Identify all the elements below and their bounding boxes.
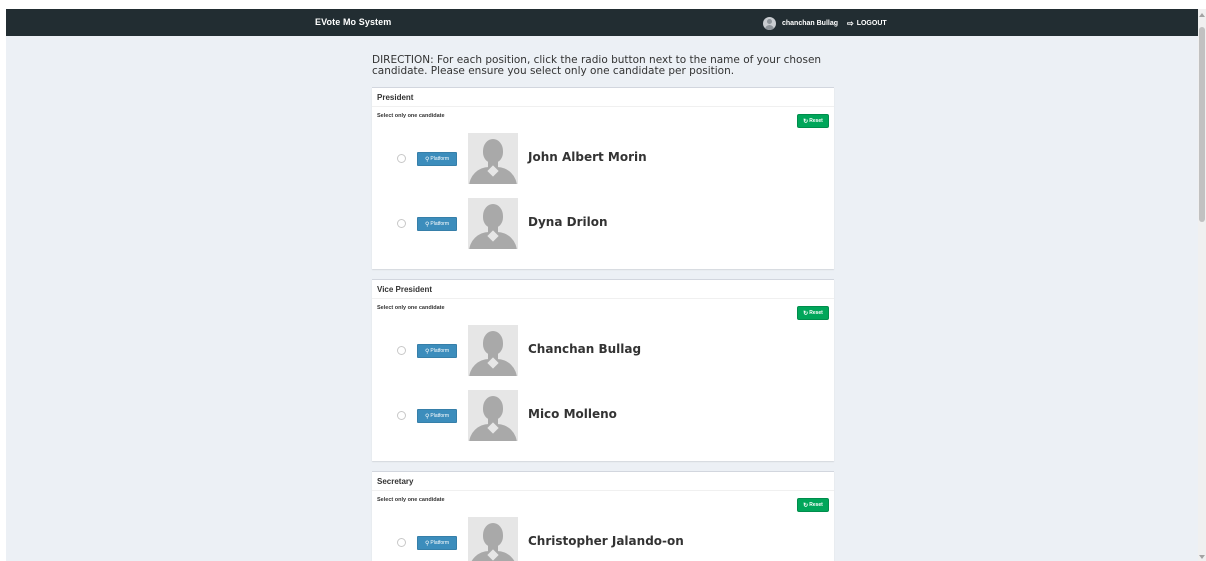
refresh-icon: ↻: [803, 502, 809, 509]
candidate-name: Dyna Drilon: [528, 215, 608, 229]
platform-label: Platform: [430, 221, 450, 227]
default-avatar-icon: [468, 325, 518, 376]
platform-label: Platform: [430, 348, 450, 354]
candidate-name: Chanchan Bullag: [528, 342, 642, 356]
search-icon: ⚲: [424, 413, 430, 420]
scroll-up-arrow-icon[interactable]: [1199, 13, 1205, 17]
platform-button[interactable]: ⚲ Platform: [417, 344, 457, 358]
reset-button[interactable]: ↻ Reset: [797, 306, 829, 320]
platform-button[interactable]: ⚲ Platform: [417, 536, 457, 550]
vertical-scrollbar[interactable]: [1198, 9, 1206, 561]
logout-label: LOGOUT: [856, 19, 887, 27]
reset-label: Reset: [809, 502, 823, 508]
search-icon: ⚲: [424, 156, 430, 163]
position-panel-president: President Select only one candidate ↻ Re…: [372, 87, 834, 269]
selection-hint: Select only one candidate: [377, 113, 445, 119]
candidate-row: ⚲ Platform Chanchan Bullag: [372, 325, 832, 377]
candidate-row: ⚲ Platform Christopher Jalando-on: [372, 517, 832, 561]
position-title: Secretary: [372, 472, 834, 491]
candidate-name: John Albert Morin: [528, 150, 647, 164]
position-title: President: [372, 88, 834, 107]
reset-label: Reset: [809, 310, 823, 316]
candidate-radio[interactable]: [397, 346, 406, 355]
user-name: chanchan Bullag: [782, 19, 839, 27]
candidate-radio[interactable]: [397, 219, 406, 228]
candidate-radio[interactable]: [397, 411, 406, 420]
scroll-down-arrow-icon[interactable]: [1199, 555, 1205, 559]
candidate-name: Christopher Jalando-on: [528, 534, 684, 548]
candidate-row: ⚲ Platform John Albert Morin: [372, 133, 832, 185]
refresh-icon: ↻: [803, 310, 809, 317]
candidate-row: ⚲ Platform Dyna Drilon: [372, 198, 832, 250]
search-icon: ⚲: [424, 221, 430, 228]
candidate-row: ⚲ Platform Mico Molleno: [372, 390, 832, 442]
brand-title[interactable]: EVote Mo System: [315, 17, 391, 27]
scrollbar-thumb[interactable]: [1199, 27, 1205, 222]
default-avatar-icon: [468, 198, 518, 249]
page-viewport: EVote Mo System chanchan Bullag ⇨ LOGOUT…: [6, 9, 1198, 561]
reset-button[interactable]: ↻ Reset: [797, 498, 829, 512]
user-menu[interactable]: chanchan Bullag: [763, 14, 838, 32]
platform-button[interactable]: ⚲ Platform: [417, 217, 457, 231]
platform-button[interactable]: ⚲ Platform: [417, 409, 457, 423]
platform-label: Platform: [430, 540, 450, 546]
position-title: Vice President: [372, 280, 834, 299]
platform-button[interactable]: ⚲ Platform: [417, 152, 457, 166]
search-icon: ⚲: [424, 348, 430, 355]
reset-button[interactable]: ↻ Reset: [797, 114, 829, 128]
user-avatar-icon: [763, 16, 776, 30]
candidate-radio[interactable]: [397, 538, 406, 547]
sign-out-icon: ⇨: [847, 18, 854, 28]
top-navbar: EVote Mo System chanchan Bullag ⇨ LOGOUT: [6, 9, 1198, 36]
default-avatar-icon: [468, 390, 518, 441]
direction-text: DIRECTION: For each position, click the …: [372, 54, 822, 77]
selection-hint: Select only one candidate: [377, 305, 445, 311]
candidate-name: Mico Molleno: [528, 407, 617, 421]
refresh-icon: ↻: [803, 118, 809, 125]
platform-label: Platform: [430, 413, 450, 419]
default-avatar-icon: [468, 133, 518, 184]
position-panel-vice-president: Vice President Select only one candidate…: [372, 279, 834, 461]
logout-link[interactable]: ⇨ LOGOUT: [847, 14, 887, 32]
search-icon: ⚲: [424, 540, 430, 547]
platform-label: Platform: [430, 156, 450, 162]
position-panel-secretary: Secretary Select only one candidate ↻ Re…: [372, 471, 834, 561]
candidate-radio[interactable]: [397, 154, 406, 163]
reset-label: Reset: [809, 118, 823, 124]
default-avatar-icon: [468, 517, 518, 561]
selection-hint: Select only one candidate: [377, 497, 445, 503]
